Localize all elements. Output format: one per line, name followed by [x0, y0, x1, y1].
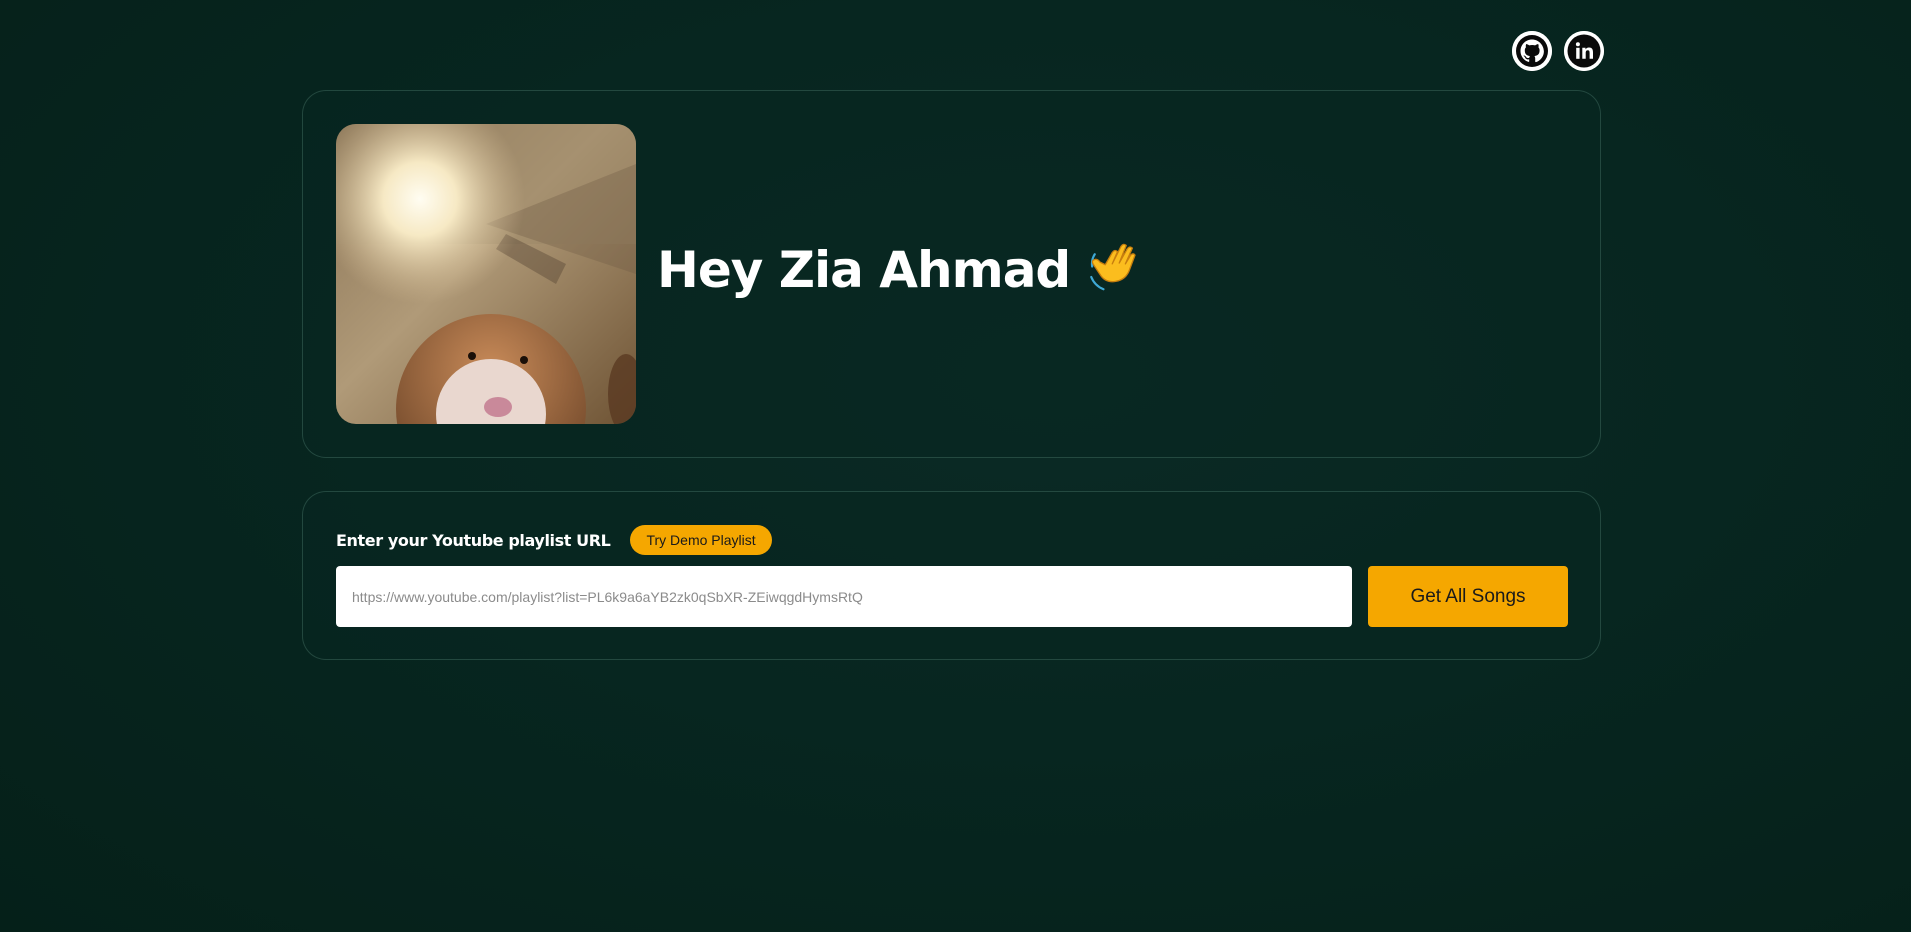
playlist-form-card: Enter your Youtube playlist URL Try Demo… — [302, 491, 1601, 660]
prompt-row: Enter your Youtube playlist URL Try Demo… — [336, 525, 772, 555]
playlist-url-input[interactable] — [336, 566, 1352, 627]
get-all-songs-button[interactable]: Get All Songs — [1368, 566, 1568, 627]
github-icon — [1512, 31, 1552, 71]
social-links — [1512, 31, 1604, 71]
linkedin-icon — [1564, 31, 1604, 71]
try-demo-playlist-button[interactable]: Try Demo Playlist — [630, 525, 772, 555]
avatar-hamster-image — [336, 124, 636, 424]
waving-hand-icon — [1090, 243, 1136, 291]
avatar — [336, 124, 636, 424]
playlist-url-label: Enter your Youtube playlist URL — [336, 530, 611, 550]
greeting-text: Hey Zia Ahmad — [657, 241, 1071, 299]
greeting-heading: Hey Zia Ahmad — [657, 241, 1142, 299]
profile-card: Hey Zia Ahmad — [302, 90, 1601, 458]
linkedin-link[interactable] — [1564, 31, 1604, 71]
github-link[interactable] — [1512, 31, 1552, 71]
